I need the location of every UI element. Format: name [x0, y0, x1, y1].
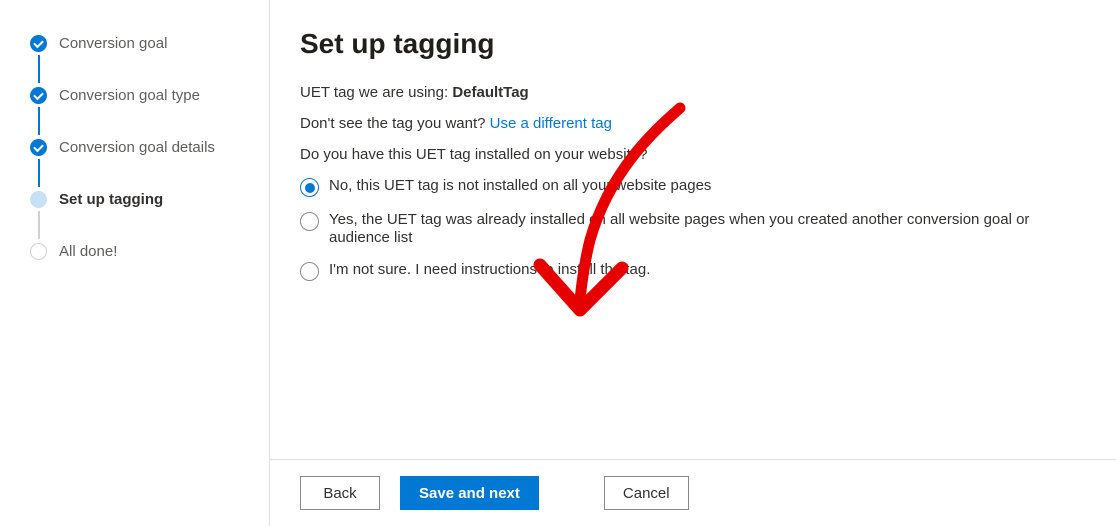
step-set-up-tagging[interactable]: Set up tagging: [30, 191, 249, 243]
uet-tag-line: UET tag we are using: DefaultTag: [300, 84, 1086, 101]
page-title: Set up tagging: [300, 28, 1086, 60]
radio-option-yes[interactable]: Yes, the UET tag was already installed o…: [300, 211, 1086, 247]
step-conversion-goal-details[interactable]: Conversion goal details: [30, 139, 249, 191]
cancel-button[interactable]: Cancel: [604, 476, 689, 510]
uet-tag-name: DefaultTag: [452, 84, 528, 101]
radio-option-not-sure[interactable]: I'm not sure. I need instructions to ins…: [300, 261, 1086, 281]
install-question: Do you have this UET tag installed on yo…: [300, 146, 1086, 163]
main-panel: Set up tagging UET tag we are using: Def…: [270, 0, 1116, 526]
radio-icon: [300, 212, 319, 231]
radio-icon: [300, 178, 319, 197]
current-step-icon: [30, 191, 47, 208]
radio-label: No, this UET tag is not installed on all…: [329, 177, 711, 195]
use-different-tag-link[interactable]: Use a different tag: [490, 115, 612, 132]
step-label: Conversion goal details: [59, 139, 215, 156]
wizard-steps-sidebar: Conversion goal Conversion goal type Con…: [0, 0, 270, 526]
step-label: Conversion goal type: [59, 87, 200, 104]
step-label: All done!: [59, 243, 117, 260]
dont-see-line: Don't see the tag you want? Use a differ…: [300, 115, 1086, 132]
step-conversion-goal-type[interactable]: Conversion goal type: [30, 87, 249, 139]
footer-actions: Back Save and next Cancel: [270, 459, 1116, 526]
radio-label: Yes, the UET tag was already installed o…: [329, 211, 1086, 247]
check-icon: [30, 35, 47, 52]
uet-prefix: UET tag we are using:: [300, 84, 452, 101]
step-label: Set up tagging: [59, 191, 163, 208]
content-area: Set up tagging UET tag we are using: Def…: [270, 0, 1116, 459]
check-icon: [30, 139, 47, 156]
radio-icon: [300, 262, 319, 281]
step-label: Conversion goal: [59, 35, 167, 52]
pending-step-icon: [30, 243, 47, 260]
check-icon: [30, 87, 47, 104]
back-button[interactable]: Back: [300, 476, 380, 510]
save-and-next-button[interactable]: Save and next: [400, 476, 539, 510]
step-conversion-goal[interactable]: Conversion goal: [30, 35, 249, 87]
radio-group: No, this UET tag is not installed on all…: [300, 177, 1086, 281]
step-all-done[interactable]: All done!: [30, 243, 249, 260]
radio-option-no[interactable]: No, this UET tag is not installed on all…: [300, 177, 1086, 197]
dont-see-text: Don't see the tag you want?: [300, 115, 490, 132]
radio-label: I'm not sure. I need instructions to ins…: [329, 261, 650, 279]
